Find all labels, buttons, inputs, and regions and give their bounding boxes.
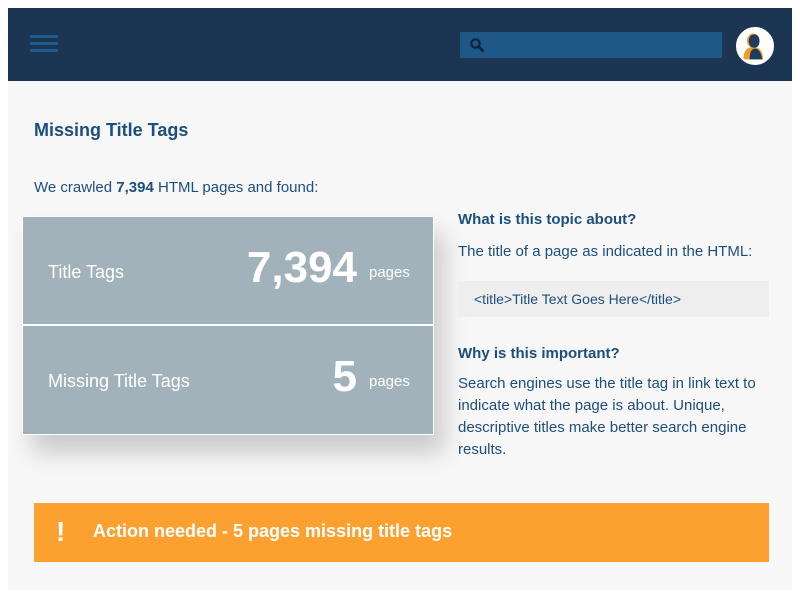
action-alert-banner: ! Action needed - 5 pages missing title … (34, 503, 769, 562)
alert-message: Action needed - 5 pages missing title ta… (93, 521, 453, 541)
stat-value: 5 (332, 352, 357, 401)
stat-row-missing-title-tags: Missing Title Tags 5 pages (22, 325, 434, 435)
topic-answer-text: The title of a page as indicated in the … (458, 243, 753, 260)
crawl-suffix: HTML pages and found: (153, 179, 319, 196)
topic-question-heading: What is this topic about? (458, 211, 637, 228)
stat-value: 7,394 (246, 243, 357, 292)
hamburger-menu-icon[interactable] (30, 35, 58, 57)
code-sample: <title>Title Text Goes Here</title> (458, 281, 769, 317)
search-input[interactable] (492, 34, 716, 56)
importance-answer-text: Search engines use the title tag in link… (458, 375, 756, 458)
stat-unit: pages (369, 264, 410, 281)
user-avatar-icon[interactable] (736, 27, 774, 65)
crawl-summary: We crawled 7,394 HTML pages and found: (34, 179, 318, 196)
stat-label: Missing Title Tags (48, 371, 190, 391)
page-title: Missing Title Tags (34, 120, 189, 140)
importance-question-heading: Why is this important? (458, 345, 620, 362)
crawl-prefix: We crawled (34, 179, 117, 196)
stat-unit: pages (369, 373, 410, 390)
stats-card: Title Tags 7,394 pages Missing Title Tag… (22, 216, 434, 435)
crawl-count: 7,394 (116, 179, 154, 196)
app-frame: Missing Title Tags We crawled 7,394 HTML… (8, 8, 792, 590)
top-navigation-bar (8, 8, 792, 81)
search-icon[interactable] (470, 38, 484, 52)
exclamation-icon: ! (56, 516, 66, 547)
stat-label: Title Tags (48, 262, 125, 282)
stat-row-title-tags: Title Tags 7,394 pages (22, 216, 434, 325)
